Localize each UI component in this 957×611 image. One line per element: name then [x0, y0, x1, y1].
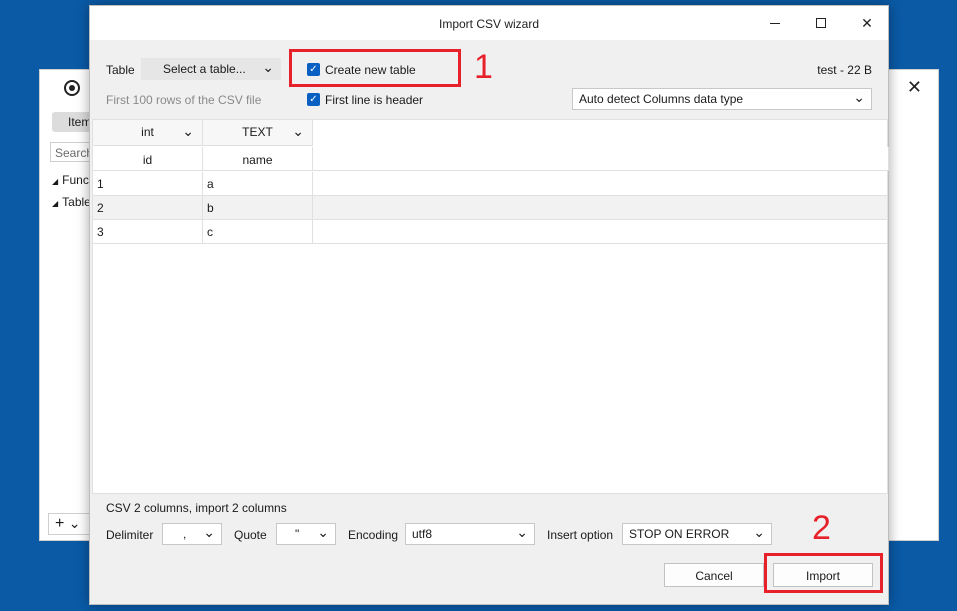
quote-label: Quote: [234, 528, 267, 542]
column-header-id[interactable]: id: [93, 147, 203, 171]
first-line-header-checkbox[interactable]: ✓: [307, 93, 320, 106]
annotation-box-import: [764, 553, 883, 593]
background-close-icon[interactable]: ✕: [907, 78, 922, 96]
annotation-box-create-table: [289, 49, 461, 87]
delimiter-select[interactable]: ,: [162, 523, 222, 545]
preview-hint: First 100 rows of the CSV file: [106, 93, 262, 107]
chevron-down-icon: [753, 527, 765, 540]
delimiter-value: ,: [183, 527, 187, 541]
quote-value: ": [295, 527, 300, 541]
encoding-select[interactable]: utf8: [405, 523, 535, 545]
table-label: Table: [106, 63, 135, 77]
close-icon: ✕: [861, 14, 873, 31]
table-row[interactable]: 3 c: [93, 220, 887, 244]
chevron-down-icon: [853, 92, 865, 105]
tree-item-tables[interactable]: ◢Tables: [52, 195, 92, 209]
maximize-icon: [816, 18, 826, 28]
first-line-header-label[interactable]: First line is header: [325, 93, 423, 107]
minimize-icon: [770, 22, 780, 24]
cancel-button[interactable]: Cancel: [664, 563, 764, 587]
expand-triangle-icon: ◢: [52, 199, 59, 208]
detect-types-value: Auto detect Columns data type: [579, 92, 744, 106]
delimiter-label: Delimiter: [106, 528, 154, 542]
search-input[interactable]: Search: [50, 142, 90, 162]
expand-triangle-icon: ◢: [52, 177, 59, 186]
close-button[interactable]: ✕: [844, 6, 890, 40]
chevron-down-icon: [203, 527, 215, 540]
plus-icon: +: [55, 515, 65, 532]
title-bar: Import CSV wizard ✕: [90, 6, 888, 40]
chevron-down-icon: [317, 527, 329, 540]
table-row[interactable]: 1 a: [93, 172, 887, 196]
column-type-select-name[interactable]: TEXT: [203, 120, 313, 146]
table-select-value: Select a table...: [163, 62, 246, 76]
table-cell[interactable]: 3: [93, 220, 203, 243]
insert-option-label: Insert option: [547, 528, 614, 542]
tree-item-label: Functions: [62, 173, 92, 187]
import-csv-dialog: Import CSV wizard ✕ Table Select a table…: [89, 5, 889, 605]
tree-item-functions[interactable]: ◢Functions: [52, 173, 92, 187]
detect-types-select[interactable]: Auto detect Columns data type: [572, 88, 872, 110]
encoding-label: Encoding: [348, 528, 399, 542]
column-header-name[interactable]: name: [203, 147, 313, 171]
column-type-value: int: [141, 125, 154, 139]
maximize-button[interactable]: [798, 6, 844, 40]
add-button[interactable]: +: [48, 513, 92, 535]
items-tab[interactable]: Items: [52, 112, 92, 132]
encoding-value: utf8: [412, 527, 433, 541]
table-cell[interactable]: 2: [93, 196, 203, 219]
table-cell[interactable]: 1: [93, 172, 203, 195]
column-type-select-id[interactable]: int: [93, 120, 203, 146]
table-cell[interactable]: b: [203, 196, 313, 219]
chevron-down-icon: [182, 125, 194, 139]
table-row[interactable]: 2 b: [93, 196, 887, 220]
insert-option-select[interactable]: STOP ON ERROR: [622, 523, 772, 545]
minimize-button[interactable]: [752, 6, 798, 40]
table-cell[interactable]: c: [203, 220, 313, 243]
preview-grid: int TEXT id name 1 a 2 b 3 c: [92, 119, 889, 494]
chevron-down-icon: [516, 527, 528, 540]
chevron-down-icon: [292, 125, 304, 139]
table-cell[interactable]: a: [203, 172, 313, 195]
app-logo-icon: [64, 80, 80, 96]
annotation-number-2: 2: [812, 509, 831, 547]
chevron-down-icon: [262, 62, 274, 75]
chevron-down-icon: [69, 520, 81, 531]
column-type-value: TEXT: [242, 125, 273, 139]
annotation-number-1: 1: [474, 48, 493, 86]
tree-item-label: Tables: [62, 195, 92, 209]
import-summary: CSV 2 columns, import 2 columns: [106, 501, 287, 515]
insert-option-value: STOP ON ERROR: [629, 527, 730, 541]
table-select[interactable]: Select a table...: [141, 58, 281, 80]
quote-select[interactable]: ": [276, 523, 336, 545]
column-header-empty: [313, 147, 889, 171]
file-info: test - 22 B: [817, 63, 872, 77]
